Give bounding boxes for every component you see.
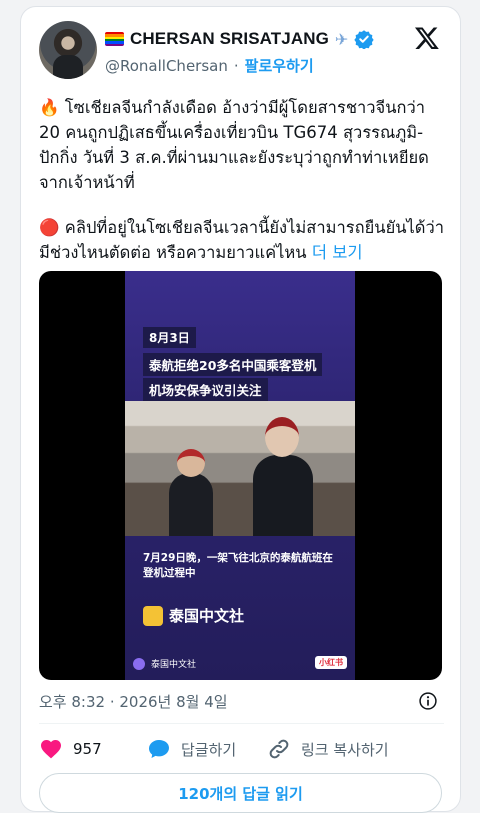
video-subtitle: 7月29日晚，一架飞往北京的泰航航班在登机过程中	[143, 552, 333, 579]
person-figure	[169, 473, 213, 536]
tweet-paragraph-1: 🔥 โซเชียลจีนกำลังเดือด อ้างว่ามีผู้โดยสา…	[39, 98, 429, 192]
reply-bubble-icon	[149, 740, 169, 758]
video-headline: 8月3日 泰航拒绝20多名中国乘客登机 机场安保争议引关注	[143, 327, 343, 401]
verified-badge-icon	[354, 30, 374, 49]
video-footer: 泰国中文社	[133, 657, 196, 670]
action-bar: 957 답글하기 링크 복사하기	[39, 737, 389, 761]
video-footer-account: 泰国中文社	[151, 660, 197, 670]
video-brand: 泰国中文社	[143, 605, 244, 626]
author-handle-row: @RonallChersan · 팔로우하기	[105, 55, 314, 76]
video-brand-name: 泰国中文社	[169, 607, 245, 625]
airplane-icon: ✈	[334, 29, 349, 49]
video-player[interactable]: 8月3日 泰航拒绝20多名中国乘客登机 机场安保争议引关注 7月29日晚，一架飞…	[39, 271, 442, 680]
copy-link-label: 링크 복사하기	[301, 740, 389, 759]
tweet-timestamp[interactable]: 오후 8:32 · 2026년 8월 4일	[39, 691, 228, 712]
video-scene-image	[125, 401, 355, 536]
like-count: 957	[73, 740, 102, 758]
tweet-text: 🔥 โซเชียลจีนกำลังเดือด อ้างว่ามีผู้โดยสา…	[39, 95, 449, 265]
heart-icon	[41, 740, 61, 759]
divider	[39, 723, 444, 724]
video-headline-line-1: 泰航拒绝20多名中国乘客登机	[143, 353, 323, 376]
brand-logo-icon	[143, 605, 163, 626]
show-more-link[interactable]: 더 보기	[312, 243, 363, 262]
author-name[interactable]: CHERSAN SRISATJANG	[130, 29, 329, 49]
person-figure	[253, 455, 313, 536]
rainbow-flag-icon	[105, 32, 124, 46]
video-headline-line-2: 机场安保争议引关注	[143, 378, 268, 401]
avatar[interactable]	[39, 21, 97, 79]
person-head	[265, 417, 299, 457]
author-name-row: CHERSAN SRISATJANG ✈	[105, 27, 374, 51]
copy-link-action[interactable]: 링크 복사하기	[267, 737, 389, 761]
tweet-card: CHERSAN SRISATJANG ✈ @RonallChersan · 팔로…	[20, 6, 461, 813]
account-avatar-icon	[133, 657, 145, 670]
tweet-paragraph-2-text: 🔴 คลิปที่อยู่ในโซเชียลจีนเวลานี้ยังไม่สา…	[39, 218, 445, 262]
follow-button[interactable]: 팔로우하기	[245, 55, 314, 76]
link-icon	[269, 739, 289, 759]
x-logo-icon[interactable]	[414, 25, 440, 51]
reply-label: 답글하기	[181, 740, 237, 759]
read-replies-button[interactable]: 120개의 답글 읽기	[39, 773, 442, 813]
reply-action[interactable]: 답글하기	[147, 737, 267, 761]
separator-dot: ·	[233, 56, 239, 75]
info-icon[interactable]	[418, 691, 438, 711]
like-action[interactable]: 957	[39, 737, 147, 761]
person-head	[177, 449, 205, 477]
video-date: 8月3日	[143, 327, 196, 348]
author-handle[interactable]: @RonallChersan	[105, 57, 228, 75]
tweet-paragraph-2: 🔴 คลิปที่อยู่ในโซเชียลจีนเวลานี้ยังไม่สา…	[39, 215, 449, 265]
watermark-badge: 小红书	[315, 656, 347, 669]
video-frame: 8月3日 泰航拒绝20多名中国乘客登机 机场安保争议引关注 7月29日晚，一架飞…	[125, 271, 355, 680]
